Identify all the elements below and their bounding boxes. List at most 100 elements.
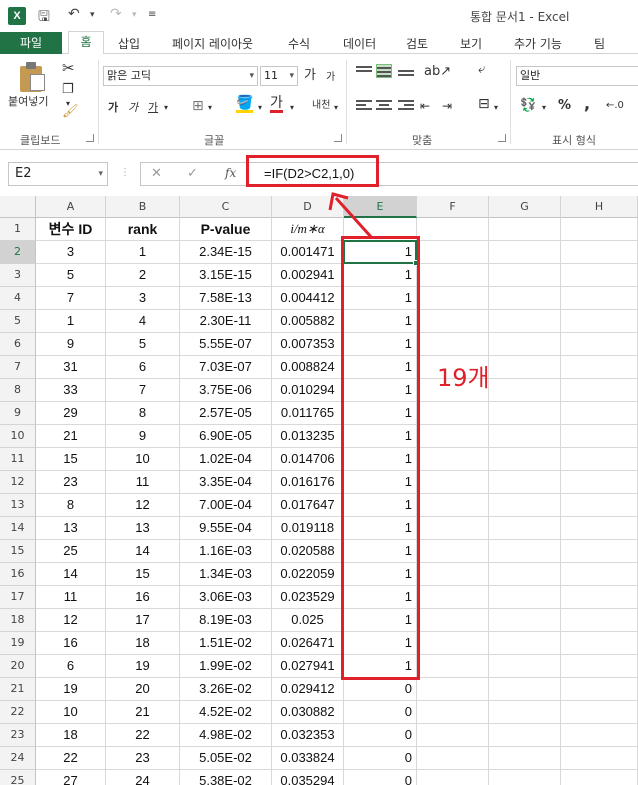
cell-g5[interactable]: [489, 310, 561, 333]
row-header-25[interactable]: 25: [0, 770, 36, 785]
accounting-dropdown-icon[interactable]: ▾: [542, 100, 546, 116]
cell-d5[interactable]: 0.005882: [272, 310, 344, 333]
cell-d4[interactable]: 0.004412: [272, 287, 344, 310]
cell-g8[interactable]: [489, 379, 561, 402]
cell-c25[interactable]: 5.38E-02: [180, 770, 272, 785]
cell-f21[interactable]: [417, 678, 489, 701]
cell-b15[interactable]: 14: [106, 540, 180, 563]
cell-d10[interactable]: 0.013235: [272, 425, 344, 448]
cell-h24[interactable]: [561, 747, 638, 770]
enter-icon[interactable]: ✓: [187, 166, 198, 181]
cell-g3[interactable]: [489, 264, 561, 287]
cell-b6[interactable]: 5: [106, 333, 180, 356]
cell-a15[interactable]: 25: [36, 540, 106, 563]
cell-c3[interactable]: 3.15E-15: [180, 264, 272, 287]
cell-f23[interactable]: [417, 724, 489, 747]
cell-c14[interactable]: 9.55E-04: [180, 517, 272, 540]
cell-c21[interactable]: 3.26E-02: [180, 678, 272, 701]
cell-a4[interactable]: 7: [36, 287, 106, 310]
font-launcher-icon[interactable]: [334, 134, 342, 142]
column-header-c[interactable]: C: [180, 196, 272, 218]
row-header-18[interactable]: 18: [0, 609, 36, 632]
cell-h16[interactable]: [561, 563, 638, 586]
cell-a7[interactable]: 31: [36, 356, 106, 379]
cell-d2[interactable]: 0.001471: [272, 241, 344, 264]
row-header-15[interactable]: 15: [0, 540, 36, 563]
cell-f11[interactable]: [417, 448, 489, 471]
cell-c20[interactable]: 1.99E-02: [180, 655, 272, 678]
cell-g17[interactable]: [489, 586, 561, 609]
cell-d6[interactable]: 0.007353: [272, 333, 344, 356]
cell-a13[interactable]: 8: [36, 494, 106, 517]
tab-team[interactable]: 팀: [594, 35, 605, 52]
row-header-19[interactable]: 19: [0, 632, 36, 655]
cell-g9[interactable]: [489, 402, 561, 425]
underline-dropdown-icon[interactable]: ▾: [164, 100, 168, 116]
column-header-a[interactable]: A: [36, 196, 106, 218]
cell-h21[interactable]: [561, 678, 638, 701]
column-header-f[interactable]: F: [417, 196, 489, 218]
cell-d25[interactable]: 0.035294: [272, 770, 344, 785]
cell-b13[interactable]: 12: [106, 494, 180, 517]
cell-a23[interactable]: 18: [36, 724, 106, 747]
cell-g11[interactable]: [489, 448, 561, 471]
number-format-combo[interactable]: 일반: [516, 66, 638, 86]
cell-g21[interactable]: [489, 678, 561, 701]
cell-a22[interactable]: 10: [36, 701, 106, 724]
row-header-14[interactable]: 14: [0, 517, 36, 540]
cell-f19[interactable]: [417, 632, 489, 655]
tab-view[interactable]: 보기: [460, 35, 482, 52]
row-header-17[interactable]: 17: [0, 586, 36, 609]
cell-f10[interactable]: [417, 425, 489, 448]
cell-h25[interactable]: [561, 770, 638, 785]
cell-a11[interactable]: 15: [36, 448, 106, 471]
cell-b12[interactable]: 11: [106, 471, 180, 494]
cell-f3[interactable]: [417, 264, 489, 287]
cell-g12[interactable]: [489, 471, 561, 494]
phonetic-dropdown-icon[interactable]: ▾: [334, 100, 338, 116]
cell-h18[interactable]: [561, 609, 638, 632]
undo-icon[interactable]: ↶: [68, 6, 80, 22]
cell-d21[interactable]: 0.029412: [272, 678, 344, 701]
worksheet-grid[interactable]: ABCDEFGH 1 변수 ID rank P-value i/m∗α 2 3 1 2.34E-…: [0, 196, 638, 785]
row-header-3[interactable]: 3: [0, 264, 36, 287]
cell-g23[interactable]: [489, 724, 561, 747]
align-right-icon[interactable]: [398, 98, 414, 112]
tab-data[interactable]: 데이터: [343, 35, 376, 52]
cell-a1[interactable]: 변수 ID: [36, 218, 106, 241]
borders-dropdown-icon[interactable]: ▾: [208, 100, 212, 116]
name-box[interactable]: E2 ▾: [8, 162, 108, 186]
cell-d3[interactable]: 0.002941: [272, 264, 344, 287]
cell-g25[interactable]: [489, 770, 561, 785]
cell-d9[interactable]: 0.011765: [272, 402, 344, 425]
increase-indent-icon[interactable]: ⇥: [442, 98, 452, 114]
cell-f4[interactable]: [417, 287, 489, 310]
cell-b17[interactable]: 16: [106, 586, 180, 609]
cell-h5[interactable]: [561, 310, 638, 333]
cut-icon[interactable]: ✂: [62, 60, 75, 76]
cell-b19[interactable]: 18: [106, 632, 180, 655]
formula-input-area[interactable]: ✕ ✓ fx: [140, 162, 638, 186]
cell-b4[interactable]: 3: [106, 287, 180, 310]
cell-a25[interactable]: 27: [36, 770, 106, 785]
cell-d19[interactable]: 0.026471: [272, 632, 344, 655]
column-header-d[interactable]: D: [272, 196, 344, 218]
cell-b8[interactable]: 7: [106, 379, 180, 402]
cell-b2[interactable]: 1: [106, 241, 180, 264]
cell-c13[interactable]: 7.00E-04: [180, 494, 272, 517]
row-header-21[interactable]: 21: [0, 678, 36, 701]
cell-d1[interactable]: i/m∗α: [272, 218, 344, 241]
cell-f12[interactable]: [417, 471, 489, 494]
cell-f24[interactable]: [417, 747, 489, 770]
cell-g4[interactable]: [489, 287, 561, 310]
align-top-icon[interactable]: [356, 64, 372, 78]
fill-color-icon[interactable]: 🪣: [236, 96, 254, 113]
cell-a9[interactable]: 29: [36, 402, 106, 425]
cell-h7[interactable]: [561, 356, 638, 379]
cell-h6[interactable]: [561, 333, 638, 356]
cell-h15[interactable]: [561, 540, 638, 563]
cell-g24[interactable]: [489, 747, 561, 770]
row-header-10[interactable]: 10: [0, 425, 36, 448]
alignment-launcher-icon[interactable]: [498, 134, 506, 142]
cell-h20[interactable]: [561, 655, 638, 678]
